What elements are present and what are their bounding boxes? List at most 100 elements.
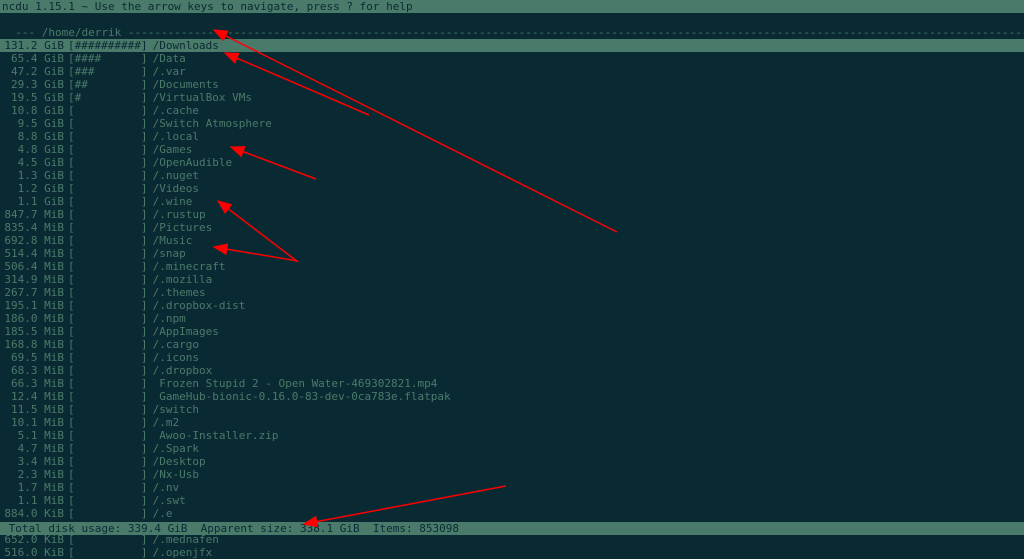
item-size: 4.8 GiB	[2, 143, 68, 156]
item-name: /.local	[146, 130, 1022, 143]
item-name: /.e	[146, 507, 1022, 520]
list-item[interactable]: 2.3 MiB[ ] /Nx-Usb	[0, 468, 1024, 481]
item-name: /Music	[146, 234, 1022, 247]
item-size: 1.1 MiB	[2, 494, 68, 507]
item-bar: [ ]	[68, 403, 146, 416]
file-list[interactable]: 131.2 GiB[##########] /Downloads65.4 GiB…	[0, 39, 1024, 559]
list-item[interactable]: 168.8 MiB[ ] /.cargo	[0, 338, 1024, 351]
item-size: 516.0 KiB	[2, 546, 68, 559]
item-bar: [ ]	[68, 156, 146, 169]
item-bar: [ ]	[68, 442, 146, 455]
item-bar: [ ]	[68, 273, 146, 286]
item-name: /.mozilla	[146, 273, 1022, 286]
item-size: 1.7 MiB	[2, 481, 68, 494]
item-name: /.wine	[146, 195, 1022, 208]
list-item[interactable]: 8.8 GiB[ ] /.local	[0, 130, 1024, 143]
item-size: 195.1 MiB	[2, 299, 68, 312]
item-bar: [##########]	[68, 39, 146, 52]
list-item[interactable]: 1.1 MiB[ ] /.swt	[0, 494, 1024, 507]
item-bar: [ ]	[68, 351, 146, 364]
item-name: /.openjfx	[146, 546, 1022, 559]
item-bar: [ ]	[68, 286, 146, 299]
list-item[interactable]: 3.4 MiB[ ] /Desktop	[0, 455, 1024, 468]
list-item[interactable]: 314.9 MiB[ ] /.mozilla	[0, 273, 1024, 286]
item-bar: [ ]	[68, 507, 146, 520]
item-size: 8.8 GiB	[2, 130, 68, 143]
item-bar: [# ]	[68, 91, 146, 104]
current-path: /home/derrik	[42, 26, 128, 39]
list-item[interactable]: 4.5 GiB[ ] /OpenAudible	[0, 156, 1024, 169]
list-item[interactable]: 19.5 GiB[# ] /VirtualBox VMs	[0, 91, 1024, 104]
list-item[interactable]: 835.4 MiB[ ] /Pictures	[0, 221, 1024, 234]
item-size: 514.4 MiB	[2, 247, 68, 260]
list-item[interactable]: 4.7 MiB[ ] /.Spark	[0, 442, 1024, 455]
list-item[interactable]: 1.2 GiB[ ] /Videos	[0, 182, 1024, 195]
item-name: /.cache	[146, 104, 1022, 117]
list-item[interactable]: 29.3 GiB[## ] /Documents	[0, 78, 1024, 91]
item-name: /Nx-Usb	[146, 468, 1022, 481]
list-item[interactable]: 516.0 KiB[ ] /.openjfx	[0, 546, 1024, 559]
item-name: /.dropbox-dist	[146, 299, 1022, 312]
item-size: 65.4 GiB	[2, 52, 68, 65]
list-item[interactable]: 69.5 MiB[ ] /.icons	[0, 351, 1024, 364]
list-item[interactable]: 10.1 MiB[ ] /.m2	[0, 416, 1024, 429]
list-item[interactable]: 506.4 MiB[ ] /.minecraft	[0, 260, 1024, 273]
item-name: /Desktop	[146, 455, 1022, 468]
list-item[interactable]: 186.0 MiB[ ] /.npm	[0, 312, 1024, 325]
list-item[interactable]: 12.4 MiB[ ] GameHub-bionic-0.16.0-83-dev…	[0, 390, 1024, 403]
list-item[interactable]: 847.7 MiB[ ] /.rustup	[0, 208, 1024, 221]
item-bar: [ ]	[68, 468, 146, 481]
list-item[interactable]: 5.1 MiB[ ] Awoo-Installer.zip	[0, 429, 1024, 442]
item-size: 506.4 MiB	[2, 260, 68, 273]
item-name: GameHub-bionic-0.16.0-83-dev-0ca783e.fla…	[146, 390, 1022, 403]
list-item[interactable]: 65.4 GiB[#### ] /Data	[0, 52, 1024, 65]
path-prefix: ---	[15, 26, 42, 39]
list-item[interactable]: 267.7 MiB[ ] /.themes	[0, 286, 1024, 299]
list-item[interactable]: 185.5 MiB[ ] /AppImages	[0, 325, 1024, 338]
item-size: 1.3 GiB	[2, 169, 68, 182]
item-bar: [ ]	[68, 260, 146, 273]
item-name: /.var	[146, 65, 1022, 78]
item-size: 5.1 MiB	[2, 429, 68, 442]
item-bar: [ ]	[68, 390, 146, 403]
list-item[interactable]: 66.3 MiB[ ] Frozen Stupid 2 - Open Water…	[0, 377, 1024, 390]
list-item[interactable]: 11.5 MiB[ ] /switch	[0, 403, 1024, 416]
list-item[interactable]: 10.8 GiB[ ] /.cache	[0, 104, 1024, 117]
list-item[interactable]: 1.1 GiB[ ] /.wine	[0, 195, 1024, 208]
item-bar: [ ]	[68, 377, 146, 390]
list-item[interactable]: 9.5 GiB[ ] /Switch Atmosphere	[0, 117, 1024, 130]
list-item[interactable]: 68.3 MiB[ ] /.dropbox	[0, 364, 1024, 377]
item-name: /.swt	[146, 494, 1022, 507]
list-item[interactable]: 1.3 GiB[ ] /.nuget	[0, 169, 1024, 182]
item-name: /Documents	[146, 78, 1022, 91]
list-item[interactable]: 1.7 MiB[ ] /.nv	[0, 481, 1024, 494]
item-name: /.nuget	[146, 169, 1022, 182]
item-name: /Data	[146, 52, 1022, 65]
footer-bar: Total disk usage: 339.4 GiB Apparent siz…	[0, 522, 1024, 535]
item-bar: [ ]	[68, 169, 146, 182]
item-name: /.rustup	[146, 208, 1022, 221]
list-item[interactable]: 47.2 GiB[### ] /.var	[0, 65, 1024, 78]
item-bar: [ ]	[68, 117, 146, 130]
item-size: 47.2 GiB	[2, 65, 68, 78]
item-size: 131.2 GiB	[2, 39, 68, 52]
item-name: /.themes	[146, 286, 1022, 299]
list-item[interactable]: 131.2 GiB[##########] /Downloads	[0, 39, 1024, 52]
item-bar: [ ]	[68, 247, 146, 260]
list-item[interactable]: 514.4 MiB[ ] /snap	[0, 247, 1024, 260]
list-item[interactable]: 692.8 MiB[ ] /Music	[0, 234, 1024, 247]
item-name: /switch	[146, 403, 1022, 416]
item-size: 185.5 MiB	[2, 325, 68, 338]
list-item[interactable]: 884.0 KiB[ ] /.e	[0, 507, 1024, 520]
item-bar: [ ]	[68, 130, 146, 143]
item-size: 2.3 MiB	[2, 468, 68, 481]
item-size: 4.5 GiB	[2, 156, 68, 169]
item-name: /.icons	[146, 351, 1022, 364]
list-item[interactable]: 195.1 MiB[ ] /.dropbox-dist	[0, 299, 1024, 312]
item-name: Frozen Stupid 2 - Open Water-469302821.m…	[146, 377, 1022, 390]
item-size: 68.3 MiB	[2, 364, 68, 377]
item-size: 1.1 GiB	[2, 195, 68, 208]
item-size: 11.5 MiB	[2, 403, 68, 416]
list-item[interactable]: 4.8 GiB[ ] /Games	[0, 143, 1024, 156]
item-size: 10.8 GiB	[2, 104, 68, 117]
